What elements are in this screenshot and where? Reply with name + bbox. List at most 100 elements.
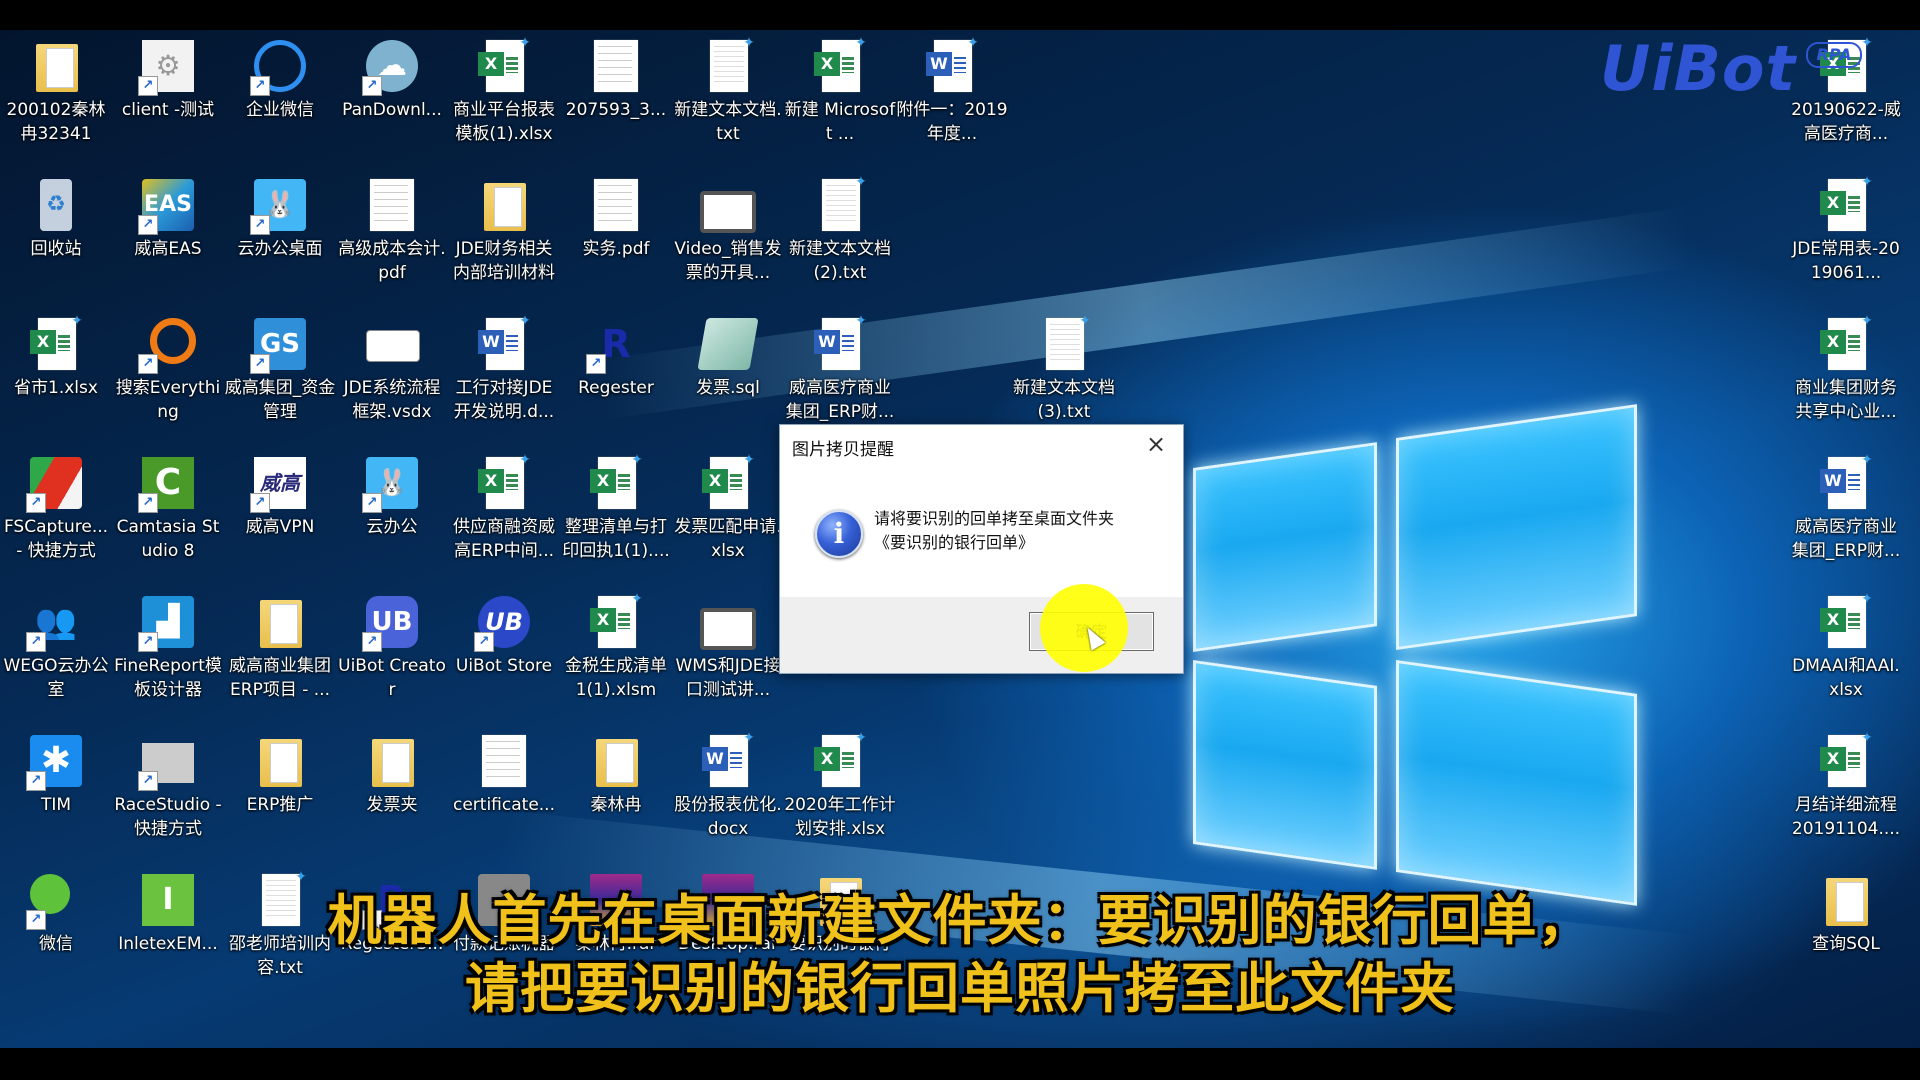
- desktop-icon[interactable]: ♻ 回收站: [0, 177, 112, 261]
- text-file-icon: ✦: [812, 175, 868, 233]
- desktop-icon[interactable]: X ✦ 2020年工作计划安排.xlsx: [784, 731, 896, 841]
- icon-part: [714, 46, 744, 86]
- desktop-icon[interactable]: ☁ ↗ PanDownl...: [336, 38, 448, 122]
- desktop-icon[interactable]: 威高商业集团ERP项目 - ...: [224, 594, 336, 702]
- icon-part: [1848, 196, 1860, 212]
- desktop-icon[interactable]: 🐰 ↗ 云办公: [336, 455, 448, 539]
- desktop-icon[interactable]: 200102秦林冉32341: [0, 38, 112, 146]
- desktop-icon[interactable]: W ✦ 股份报表优化.docx: [672, 731, 784, 841]
- desktop-icon[interactable]: X ✦ 供应商融资威高ERP中间...: [448, 453, 560, 563]
- desktop-icon[interactable]: ↗ 企业微信: [224, 38, 336, 122]
- windows-logo-pane: [1193, 660, 1377, 870]
- desktop-icon[interactable]: UB ↗ UiBot Store: [448, 594, 560, 678]
- icon-part: [730, 474, 742, 490]
- desktop-icon-label: 200102秦林冉32341: [6, 100, 106, 144]
- desktop-icon[interactable]: ✦ 新建文本文档(3).txt: [1008, 313, 1120, 424]
- icon-part: X ✦: [1820, 175, 1873, 231]
- icon-part: [594, 179, 638, 231]
- desktop-icon[interactable]: ↗ FSCapture... - 快捷方式: [0, 455, 112, 563]
- desktop-icon[interactable]: X ✦ 整理清单与打印回执1(1)....: [560, 453, 672, 563]
- desktop-icon[interactable]: X ✦ 发票匹配申请.xlsx: [672, 452, 784, 563]
- icon-part: X: [590, 469, 616, 493]
- desktop-icon[interactable]: X ✦ 商业平台报表模板(1).xlsx: [448, 36, 560, 146]
- icon-part: ✦: [1079, 313, 1091, 329]
- desktop-icon[interactable]: JDE系统流程框架.vsdx: [336, 316, 448, 424]
- shortcut-arrow-icon: ↗: [250, 76, 270, 96]
- desktop-icon[interactable]: 207593_3...: [560, 38, 672, 122]
- desktop-icon-label: certificate...: [453, 795, 555, 815]
- tim-icon: ✱ ↗: [26, 733, 84, 791]
- desktop-icon[interactable]: UB ↗ UiBot Creator: [336, 594, 448, 702]
- desktop-icon-label: 威高EAS: [134, 239, 202, 259]
- desktop-icon[interactable]: ⚙ ↗ client -测试: [112, 38, 224, 122]
- icon-part: [954, 57, 966, 73]
- desktop-icon[interactable]: W ✦ 威高医疗商业集团_ERP财...: [784, 314, 896, 424]
- desktop-icon[interactable]: 发票.sql: [672, 316, 784, 400]
- desktop-icon[interactable]: 高级成本会计.pdf: [336, 177, 448, 285]
- desktop-icon[interactable]: X ✦ 新建 Microsoft ...: [784, 36, 896, 146]
- word-icon: W ✦: [812, 314, 868, 372]
- desktop-icon[interactable]: X ✦ DMAAI和AAI.xlsx: [1790, 592, 1902, 702]
- desktop-icon[interactable]: 实务.pdf: [560, 177, 672, 261]
- icon-part: [482, 735, 526, 787]
- desktop-icon-label: 云办公: [366, 517, 418, 537]
- icon-part: ✦: [1861, 313, 1873, 329]
- close-button[interactable]: ×: [1139, 429, 1173, 459]
- icon-part: W ✦: [926, 36, 979, 92]
- desktop-icon[interactable]: certificate...: [448, 733, 560, 817]
- desktop-icon[interactable]: ERP推广: [224, 733, 336, 817]
- icon-part: ✦: [1861, 35, 1873, 51]
- icon-part: ✦: [967, 35, 979, 51]
- desktop-icon[interactable]: GS ↗ 威高集团_资金管理: [224, 316, 336, 424]
- excel-macro-icon: X ✦: [588, 453, 644, 511]
- excel-icon: X ✦: [476, 453, 532, 511]
- folder-icon: [252, 733, 308, 789]
- desktop-icon[interactable]: X ✦ 金税生成清单1(1).xlsm: [560, 592, 672, 702]
- desktop-icon[interactable]: EAS ↗ 威高EAS: [112, 177, 224, 261]
- eas-icon: EAS ↗: [138, 177, 196, 235]
- desktop-icon[interactable]: 秦林冉: [560, 733, 672, 817]
- shortcut-arrow-icon: ↗: [250, 354, 270, 374]
- desktop-icon[interactable]: ▟ ↗ FineReport模板设计器: [112, 594, 224, 702]
- desktop-icon[interactable]: X ✦ 省市1.xlsx: [0, 313, 112, 400]
- desktop-icon[interactable]: WMS和JDE接口测试讲...: [672, 594, 784, 702]
- icon-part: [382, 743, 410, 783]
- icon-part: [606, 743, 634, 783]
- desktop-icon-label: WEGO云办公室: [3, 656, 109, 700]
- desktop-icon[interactable]: 🐰 ↗ 云办公桌面: [224, 177, 336, 261]
- desktop-icon[interactable]: W ✦ 工行对接JDE开发说明.d...: [448, 314, 560, 424]
- desktop-icon[interactable]: ↗ RaceStudio - 快捷方式: [112, 733, 224, 841]
- desktop-icon[interactable]: W ✦ 威高医疗商业集团_ERP财...: [1790, 453, 1902, 563]
- desktop-icon-label: 商业平台报表模板(1).xlsx: [453, 100, 555, 144]
- desktop-icon[interactable]: JDE财务相关内部培训材料: [448, 177, 560, 285]
- pdf-icon: [588, 177, 644, 233]
- uibot-creator-icon: UB ↗: [362, 594, 420, 652]
- letterbox-bottom: [0, 1048, 1920, 1080]
- desktop-icon[interactable]: W ✦ 附件一：2019年度...: [896, 36, 1008, 146]
- desktop-icon[interactable]: 发票夹: [336, 733, 448, 817]
- finereport-icon: ▟ ↗: [138, 594, 196, 652]
- desktop-icon[interactable]: X ✦ 商业集团财务共享中心业...: [1790, 313, 1902, 424]
- desktop-icon[interactable]: ✱ ↗ TIM: [0, 733, 112, 817]
- recycle-bin-icon: ♻: [28, 177, 84, 233]
- desktop-icon[interactable]: R ↗ Regester: [560, 316, 672, 400]
- shortcut-arrow-icon: ↗: [362, 632, 382, 652]
- desktop-icon[interactable]: C ↗ Camtasia Studio 8: [112, 455, 224, 563]
- desktop-icon[interactable]: ✦ 新建文本文档.txt: [672, 36, 784, 146]
- desktop-icon[interactable]: ✦ 新建文本文档(2).txt: [784, 175, 896, 285]
- desktop-icon[interactable]: X ✦ 月结详细流程20191104....: [1790, 731, 1902, 841]
- icon-part: ✦: [71, 313, 83, 329]
- icon-part: ✦: [743, 452, 755, 468]
- desktop-icon-label: JDE系统流程框架.vsdx: [343, 378, 441, 422]
- desktop-icon[interactable]: ↗ 搜索Everything: [112, 316, 224, 424]
- uibot-logo: UiBot: [1600, 32, 1797, 105]
- desktop-icon[interactable]: 👥 ↗ WEGO云办公室: [0, 594, 112, 702]
- wecom-icon: ↗: [250, 38, 308, 96]
- icon-part: [46, 48, 74, 88]
- desktop-icon[interactable]: Video_销售发票的开具...: [672, 177, 784, 285]
- desktop-icon[interactable]: X ✦ JDE常用表-2019061...: [1790, 175, 1902, 285]
- desktop-icon-label: 20190622-威高医疗商...: [1791, 100, 1901, 144]
- icon-part: X ✦: [478, 36, 531, 92]
- desktop-icon[interactable]: 威高 ↗ 威高VPN: [224, 455, 336, 539]
- icon-part: [598, 46, 632, 86]
